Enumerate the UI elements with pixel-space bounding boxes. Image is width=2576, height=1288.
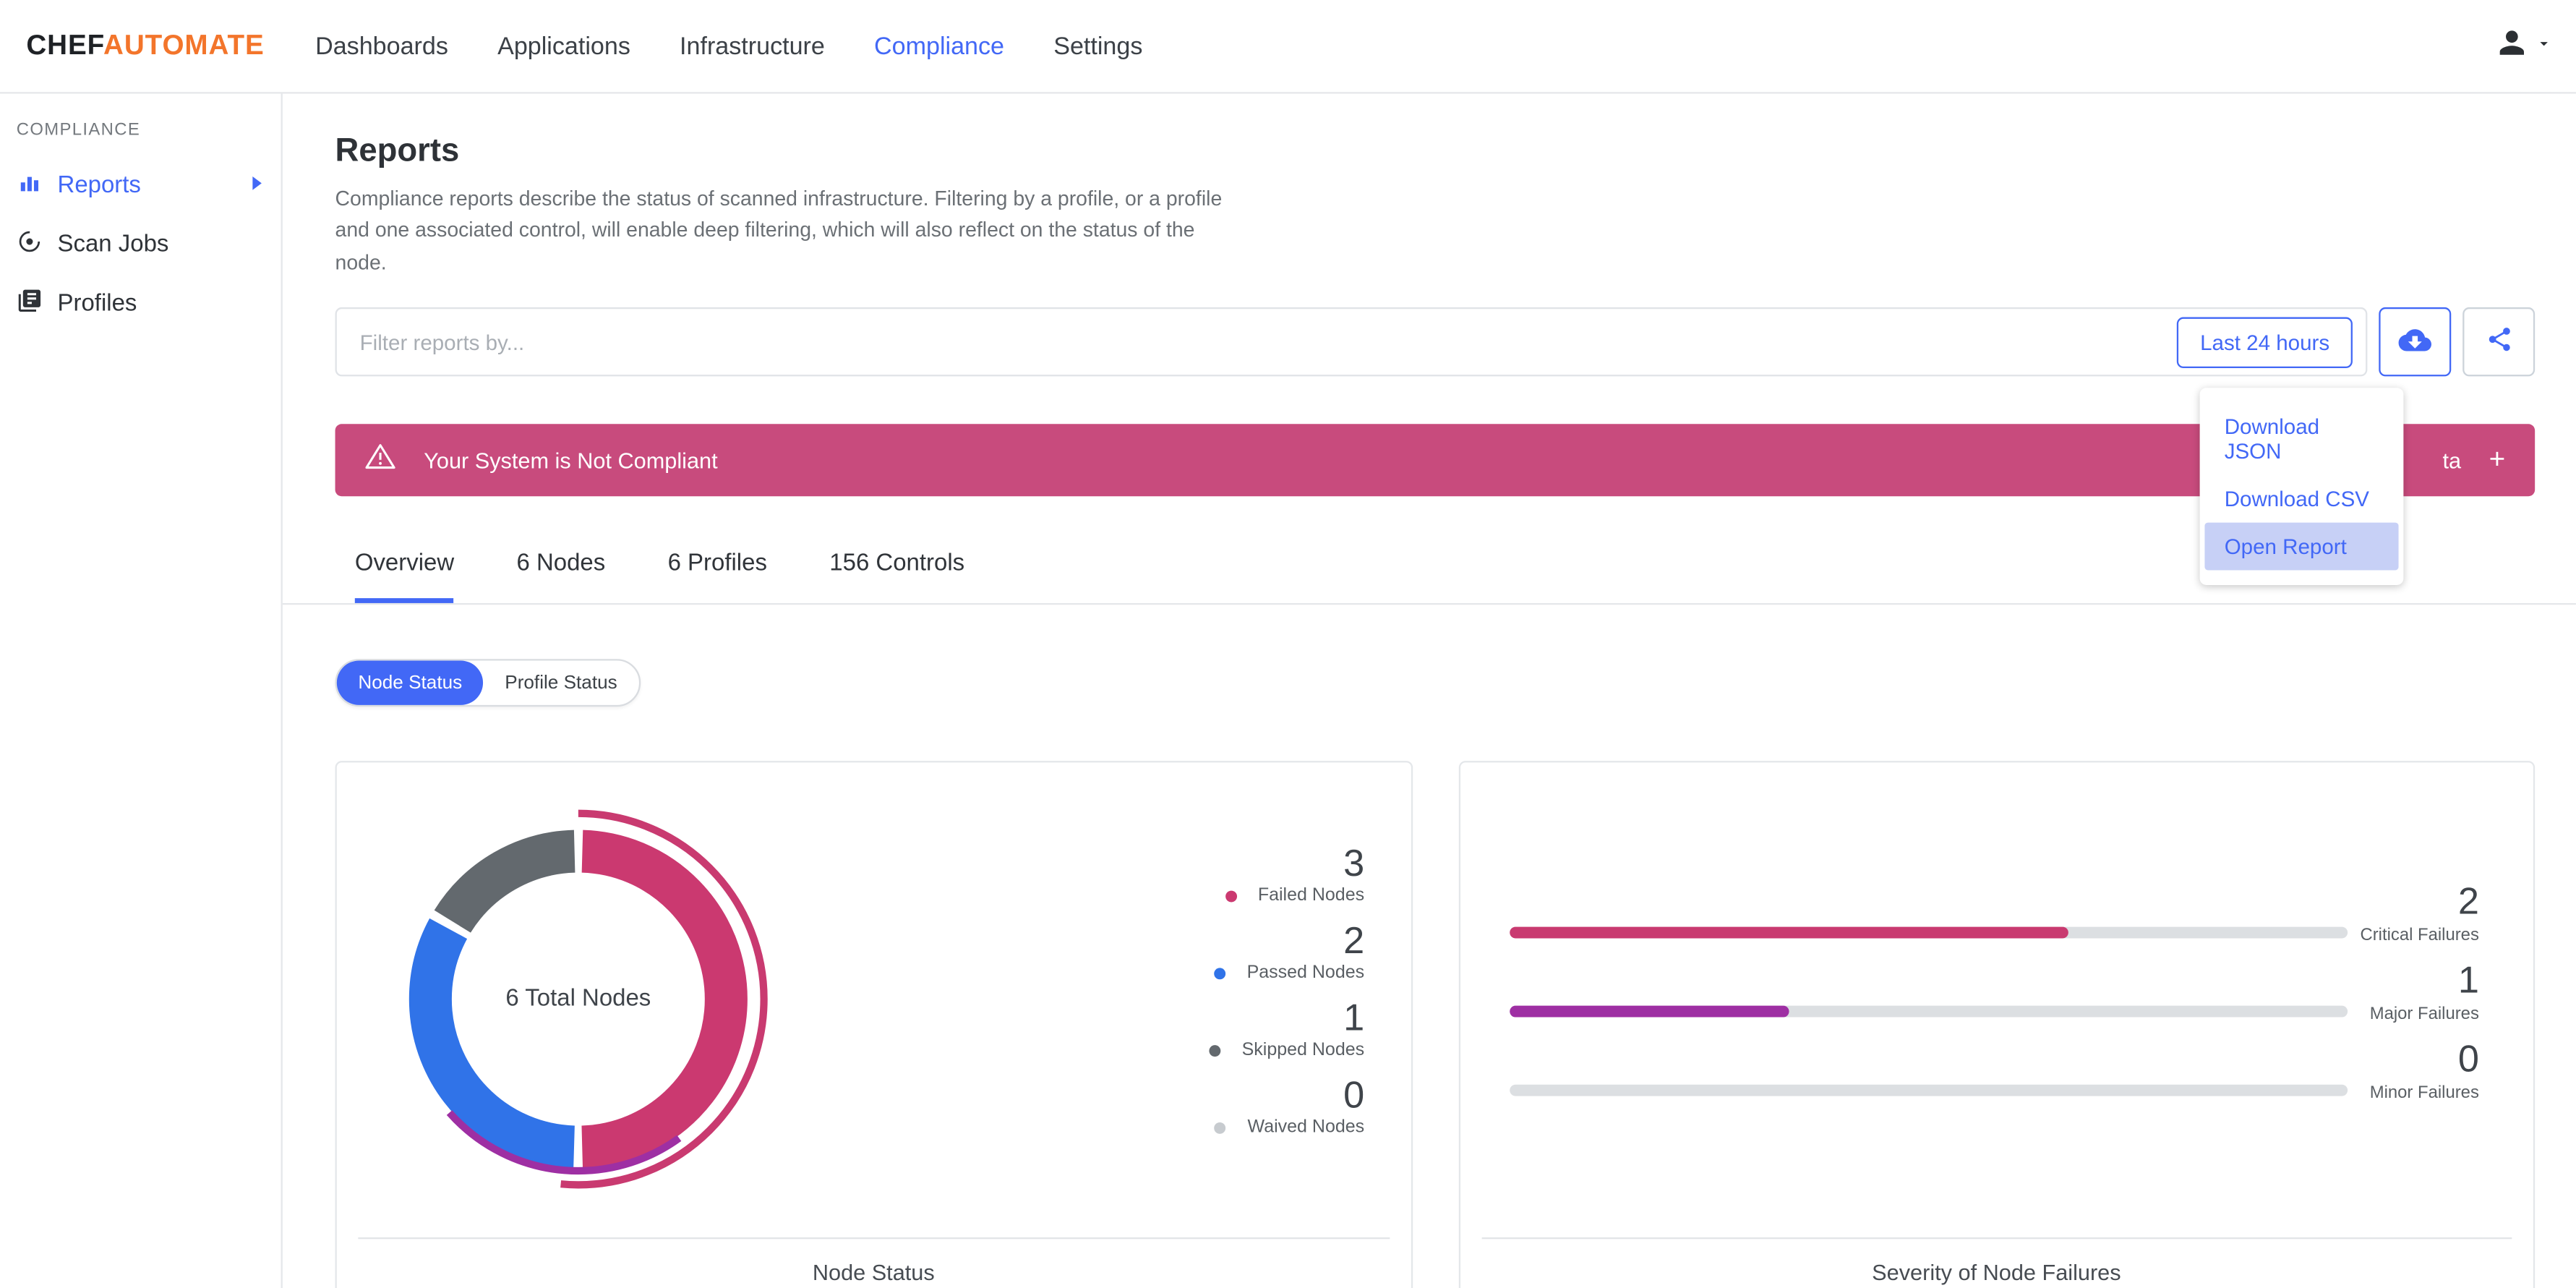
major-item: 1 Major Failures: [2360, 958, 2479, 1038]
node-status-pill[interactable]: Node Status: [336, 660, 484, 706]
menu-item-download-json[interactable]: Download JSON: [2204, 403, 2398, 475]
donut-legend: 3 Failed Nodes 2 Passed Nodes 1 Skipped …: [1209, 842, 1364, 1151]
failed-dot-icon: [1225, 890, 1237, 902]
severity-values: 2 Critical Failures 1 Major Failures 0 M…: [2360, 881, 2478, 1117]
tab-profiles[interactable]: 6 Profiles: [668, 551, 767, 604]
page-description: Compliance reports describe the status o…: [335, 187, 1223, 274]
status-toggle: Node Status Profile Status: [335, 659, 641, 707]
severity-bar-chart: [1509, 926, 2347, 1164]
major-bar-fill: [1509, 1005, 1789, 1018]
critical-count: 2: [2457, 879, 2479, 923]
legend-row-waived: 0 Waived Nodes: [1215, 1073, 1364, 1138]
filter-row: Last 24 hours: [283, 307, 2576, 377]
tab-overview[interactable]: Overview: [354, 551, 455, 604]
waived-count: 0: [1343, 1073, 1365, 1117]
legend-row-passed: 2 Passed Nodes: [1214, 918, 1364, 983]
passed-dot-icon: [1214, 967, 1226, 979]
chef-automate-app: CHEFAUTOMATE Dashboards Applications Inf…: [0, 0, 2576, 1288]
menu-item-download-csv[interactable]: Download CSV: [2204, 475, 2398, 523]
sidebar-item-reports[interactable]: Reports: [0, 156, 281, 216]
skipped-count: 1: [1343, 996, 1365, 1039]
banner-right-controls: ta +: [2442, 444, 2505, 477]
sidebar-heading: COMPLIANCE: [16, 119, 141, 140]
time-range-button[interactable]: Last 24 hours: [2177, 316, 2353, 368]
legend-row-failed: 3 Failed Nodes: [1225, 841, 1365, 906]
failed-count: 3: [1343, 841, 1365, 884]
overview-cards: 6 Total Nodes 3 Failed Nodes 2 Passed No…: [283, 761, 2576, 1288]
chevron-down-icon: [2535, 31, 2553, 61]
nav-compliance[interactable]: Compliance: [874, 32, 1004, 60]
major-count: 1: [2457, 958, 2479, 1002]
tab-nodes[interactable]: 6 Nodes: [516, 551, 605, 604]
library-icon: [17, 288, 43, 320]
sidebar-item-label: Profiles: [57, 291, 137, 317]
passed-label: Passed Nodes: [1246, 963, 1365, 984]
download-dropdown-menu: Download JSON Download CSV Open Report: [2199, 388, 2404, 586]
share-button[interactable]: [2462, 307, 2536, 377]
banner-clipped-text: ta: [2442, 448, 2462, 473]
critical-bar-track: [1509, 926, 2347, 939]
severity-caption: Severity of Node Failures: [1872, 1261, 2121, 1286]
tab-controls[interactable]: 156 Controls: [829, 551, 964, 604]
node-status-card: 6 Total Nodes 3 Failed Nodes 2 Passed No…: [335, 761, 1413, 1288]
nav-settings[interactable]: Settings: [1053, 32, 1142, 60]
brand-automate: AUTOMATE: [103, 29, 265, 61]
sidebar-item-scan-jobs[interactable]: Scan Jobs: [0, 216, 281, 275]
radar-icon: [17, 229, 43, 261]
download-report-button[interactable]: [2379, 307, 2452, 377]
waived-label: Waived Nodes: [1247, 1117, 1365, 1138]
node-status-caption: Node Status: [812, 1261, 935, 1286]
minor-label: Minor Failures: [2369, 1083, 2479, 1103]
minor-item: 0 Minor Failures: [2360, 1037, 2479, 1117]
person-icon: [2494, 24, 2530, 68]
bar-chart-icon: [17, 169, 43, 202]
plus-icon[interactable]: +: [2489, 444, 2506, 477]
cloud-download-icon: [2398, 323, 2432, 361]
main-content: Reports Compliance reports describe the …: [282, 94, 2576, 1288]
warning-triangle-icon: [364, 443, 395, 479]
share-icon: [2485, 325, 2513, 358]
compliance-sidebar: COMPLIANCE Reports Scan Jobs Profiles: [0, 93, 283, 1288]
minor-count: 0: [2457, 1037, 2479, 1080]
top-nav-links: Dashboards Applications Infrastructure C…: [315, 32, 1142, 60]
major-bar-track: [1509, 1005, 2347, 1018]
nav-infrastructure[interactable]: Infrastructure: [680, 32, 825, 60]
sidebar-item-label: Reports: [57, 172, 141, 199]
card-divider: [358, 1237, 1390, 1240]
menu-item-open-report[interactable]: Open Report: [2204, 522, 2399, 571]
skipped-label: Skipped Nodes: [1241, 1040, 1365, 1060]
minor-bar-track: [1509, 1085, 2347, 1096]
passed-count: 2: [1343, 918, 1365, 962]
card-divider: [1481, 1237, 2512, 1240]
critical-item: 2 Critical Failures: [2360, 881, 2478, 960]
critical-label: Critical Failures: [2360, 925, 2479, 945]
waived-dot-icon: [1215, 1122, 1226, 1134]
severity-card: 2 Critical Failures 1 Major Failures 0 M…: [1458, 761, 2536, 1288]
top-navbar: CHEFAUTOMATE Dashboards Applications Inf…: [0, 0, 2576, 94]
nav-dashboards[interactable]: Dashboards: [315, 32, 448, 60]
filter-input-wrap[interactable]: Last 24 hours: [335, 307, 2368, 377]
brand-chef: CHEF: [26, 29, 104, 61]
nav-applications[interactable]: Applications: [497, 32, 630, 60]
donut-center-label: 6 Total Nodes: [505, 986, 651, 1013]
banner-message: Your System is Not Compliant: [424, 448, 718, 473]
failed-label: Failed Nodes: [1257, 886, 1365, 906]
critical-bar-fill: [1509, 926, 2068, 939]
sidebar-item-profiles[interactable]: Profiles: [0, 274, 281, 333]
major-label: Major Failures: [2369, 1004, 2479, 1024]
chevron-right-icon: [249, 173, 264, 199]
sidebar-item-label: Scan Jobs: [57, 231, 169, 258]
chef-automate-logo[interactable]: CHEFAUTOMATE: [26, 30, 264, 62]
page-title: Reports: [335, 133, 460, 170]
node-status-donut-chart[interactable]: 6 Total Nodes: [381, 802, 775, 1196]
legend-row-skipped: 1 Skipped Nodes: [1209, 996, 1364, 1060]
skipped-dot-icon: [1209, 1044, 1221, 1057]
profile-status-pill[interactable]: Profile Status: [484, 661, 639, 705]
filter-reports-input[interactable]: [336, 329, 2178, 354]
user-menu[interactable]: [2494, 24, 2553, 68]
